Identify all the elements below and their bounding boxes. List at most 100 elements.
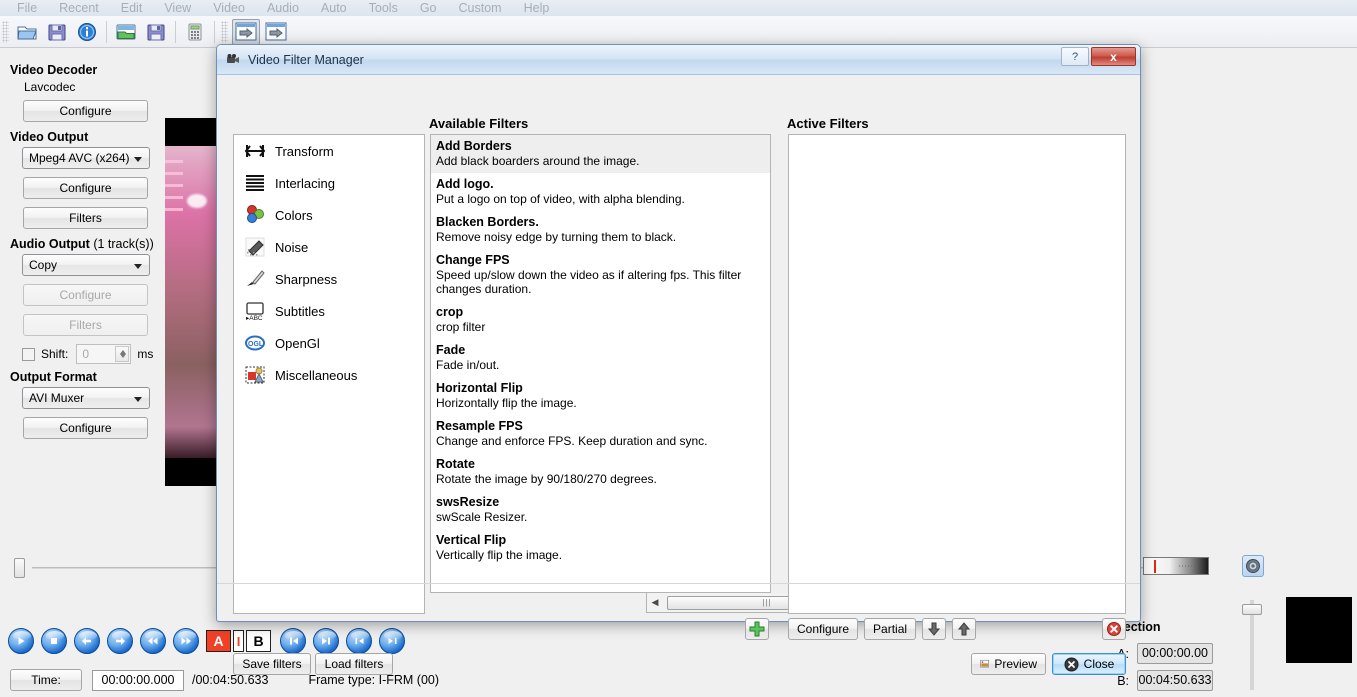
- available-filter-item[interactable]: crop crop filter: [431, 301, 770, 339]
- available-filters-list[interactable]: Add Borders Add black boarders around the…: [430, 134, 771, 593]
- video-decoder-configure-button[interactable]: Configure: [23, 100, 148, 122]
- info-icon[interactable]: [73, 19, 101, 45]
- timeline-thumb[interactable]: [14, 558, 25, 578]
- menu-item-video[interactable]: Video: [202, 0, 256, 16]
- play-button[interactable]: [8, 628, 34, 654]
- filter-category-opengl[interactable]: OGL OpenGl: [234, 327, 424, 359]
- marker-i-indicator[interactable]: I: [233, 630, 244, 652]
- volume-slider[interactable]: [1242, 600, 1262, 690]
- menu-item-auto[interactable]: Auto: [310, 0, 358, 16]
- active-filters-list[interactable]: [788, 134, 1126, 614]
- noise-icon: [244, 236, 266, 258]
- menu-item-tools[interactable]: Tools: [358, 0, 409, 16]
- volume-meter: [1143, 557, 1209, 575]
- audio-output-mode-select[interactable]: Copy: [22, 254, 150, 276]
- video-preview[interactable]: [165, 118, 220, 486]
- video-output-configure-button[interactable]: Configure: [23, 177, 148, 199]
- menu-item-audio[interactable]: Audio: [256, 0, 310, 16]
- open-project-icon[interactable]: [112, 19, 140, 45]
- filter-category-transform[interactable]: Transform: [234, 135, 424, 167]
- go-to-marker-a-button[interactable]: [280, 628, 306, 654]
- filter-category-colors[interactable]: Colors: [234, 199, 424, 231]
- arrow-down-icon[interactable]: [922, 618, 947, 640]
- available-filter-item[interactable]: Add logo. Put a logo on top of video, wit…: [431, 173, 770, 211]
- time-button[interactable]: Time:: [10, 669, 82, 691]
- volume-slider-thumb[interactable]: [1242, 604, 1262, 615]
- partial-filter-button[interactable]: Partial: [864, 618, 917, 640]
- remove-cross-icon[interactable]: [1102, 618, 1126, 640]
- available-filter-item[interactable]: Resample FPS Change and enforce FPS. Keep…: [431, 415, 770, 453]
- dialog-title-bar[interactable]: Video Filter Manager ? x: [217, 45, 1140, 75]
- dialog-help-button[interactable]: ?: [1061, 47, 1089, 66]
- dialog-close-button[interactable]: x: [1091, 47, 1136, 66]
- audio-shift-input[interactable]: 0: [76, 344, 132, 364]
- menu-item-file[interactable]: File: [6, 0, 48, 16]
- available-filter-item[interactable]: Horizontal Flip Horizontally flip the ima…: [431, 377, 770, 415]
- selection-a-field[interactable]: 00:00:00.00: [1137, 643, 1213, 664]
- available-filter-item[interactable]: Blacken Borders. Remove noisy edge by tur…: [431, 211, 770, 249]
- filter-category-subtitles[interactable]: ▸ABC Subtitles: [234, 295, 424, 327]
- preview-button[interactable]: Preview: [971, 653, 1046, 675]
- save-project-icon[interactable]: [142, 19, 170, 45]
- go-to-marker-b-button[interactable]: [313, 628, 339, 654]
- calculator-icon[interactable]: [181, 19, 209, 45]
- filter-category-noise[interactable]: Noise: [234, 231, 424, 263]
- available-filter-item[interactable]: swsResize swScale Resizer.: [431, 491, 770, 529]
- encode-icon[interactable]: [262, 19, 290, 45]
- menu-item-view[interactable]: View: [153, 0, 202, 16]
- rewind-button[interactable]: [140, 628, 166, 654]
- save-icon[interactable]: [43, 19, 71, 45]
- available-filter-item[interactable]: Fade Fade in/out.: [431, 339, 770, 377]
- dialog-close-action-button[interactable]: Close: [1052, 653, 1126, 675]
- marker-a-button[interactable]: A: [206, 630, 231, 652]
- available-filter-item[interactable]: Vertical Flip Vertically flip the image.: [431, 529, 770, 567]
- video-output-filters-button[interactable]: Filters: [23, 207, 148, 229]
- video-output-codec-select[interactable]: Mpeg4 AVC (x264): [22, 147, 150, 169]
- save-filters-button[interactable]: Save filters: [233, 653, 311, 675]
- filter-category-interlacing[interactable]: Interlacing: [234, 167, 424, 199]
- add-plus-icon[interactable]: [745, 618, 769, 640]
- stop-button[interactable]: [41, 628, 67, 654]
- next-frame-button[interactable]: [107, 628, 133, 654]
- toolbar-grip[interactable]: [2, 20, 9, 43]
- available-filter-name: Add logo.: [436, 177, 494, 191]
- menu-item-custom[interactable]: Custom: [448, 0, 513, 16]
- previous-frame-button[interactable]: [74, 628, 100, 654]
- fast-forward-button[interactable]: [173, 628, 199, 654]
- menu-item-help[interactable]: Help: [513, 0, 561, 16]
- toolbar-grip-2[interactable]: [221, 20, 228, 43]
- available-filter-item[interactable]: Rotate Rotate the image by 90/180/270 deg…: [431, 453, 770, 491]
- filter-category-label: Colors: [275, 207, 313, 223]
- output-format-configure-button[interactable]: Configure: [23, 417, 148, 439]
- playback-controls: A I B: [8, 628, 412, 654]
- options-sidebar: Video Decoder Lavcodec Configure Video O…: [0, 49, 165, 554]
- available-filter-description: Add black boarders around the image.: [436, 154, 640, 168]
- arrow-up-icon[interactable]: [952, 618, 977, 640]
- jobs-icon[interactable]: [232, 18, 260, 45]
- spinner-arrows-icon[interactable]: [115, 346, 130, 362]
- scroll-left-icon[interactable]: ◀: [647, 594, 663, 612]
- go-to-start-button[interactable]: [346, 628, 372, 654]
- filter-category-miscellaneous[interactable]: Miscellaneous: [234, 359, 424, 391]
- menu-item-recent[interactable]: Recent: [48, 0, 110, 16]
- menu-item-go[interactable]: Go: [409, 0, 448, 16]
- speaker-icon[interactable]: [1242, 555, 1264, 577]
- video-highlight: [187, 194, 207, 208]
- available-filter-name: Blacken Borders.: [436, 215, 539, 229]
- audio-shift-checkbox[interactable]: [22, 347, 35, 361]
- load-filters-button[interactable]: Load filters: [315, 653, 393, 675]
- go-to-end-button[interactable]: [379, 628, 405, 654]
- available-filter-item[interactable]: Add Borders Add black boarders around the…: [431, 135, 770, 173]
- filter-category-sharpness[interactable]: Sharpness: [234, 263, 424, 295]
- output-format-muxer-select[interactable]: AVI Muxer: [22, 387, 150, 409]
- open-file-icon[interactable]: [13, 19, 41, 45]
- selection-b-field[interactable]: 00:04:50.633: [1137, 670, 1213, 691]
- selection-b-label: B:: [1117, 673, 1129, 688]
- filter-category-list[interactable]: Transform Interlacing Colors Noise Sharpness…: [233, 134, 425, 614]
- available-filter-name: Add Borders: [436, 139, 512, 153]
- marker-b-button[interactable]: B: [246, 630, 271, 652]
- available-filter-item[interactable]: Change FPS Speed up/slow down the video a…: [431, 249, 770, 301]
- menu-item-edit[interactable]: Edit: [110, 0, 154, 16]
- configure-filter-button[interactable]: Configure: [788, 618, 859, 640]
- current-time-input[interactable]: 00:00:00.000: [92, 669, 184, 691]
